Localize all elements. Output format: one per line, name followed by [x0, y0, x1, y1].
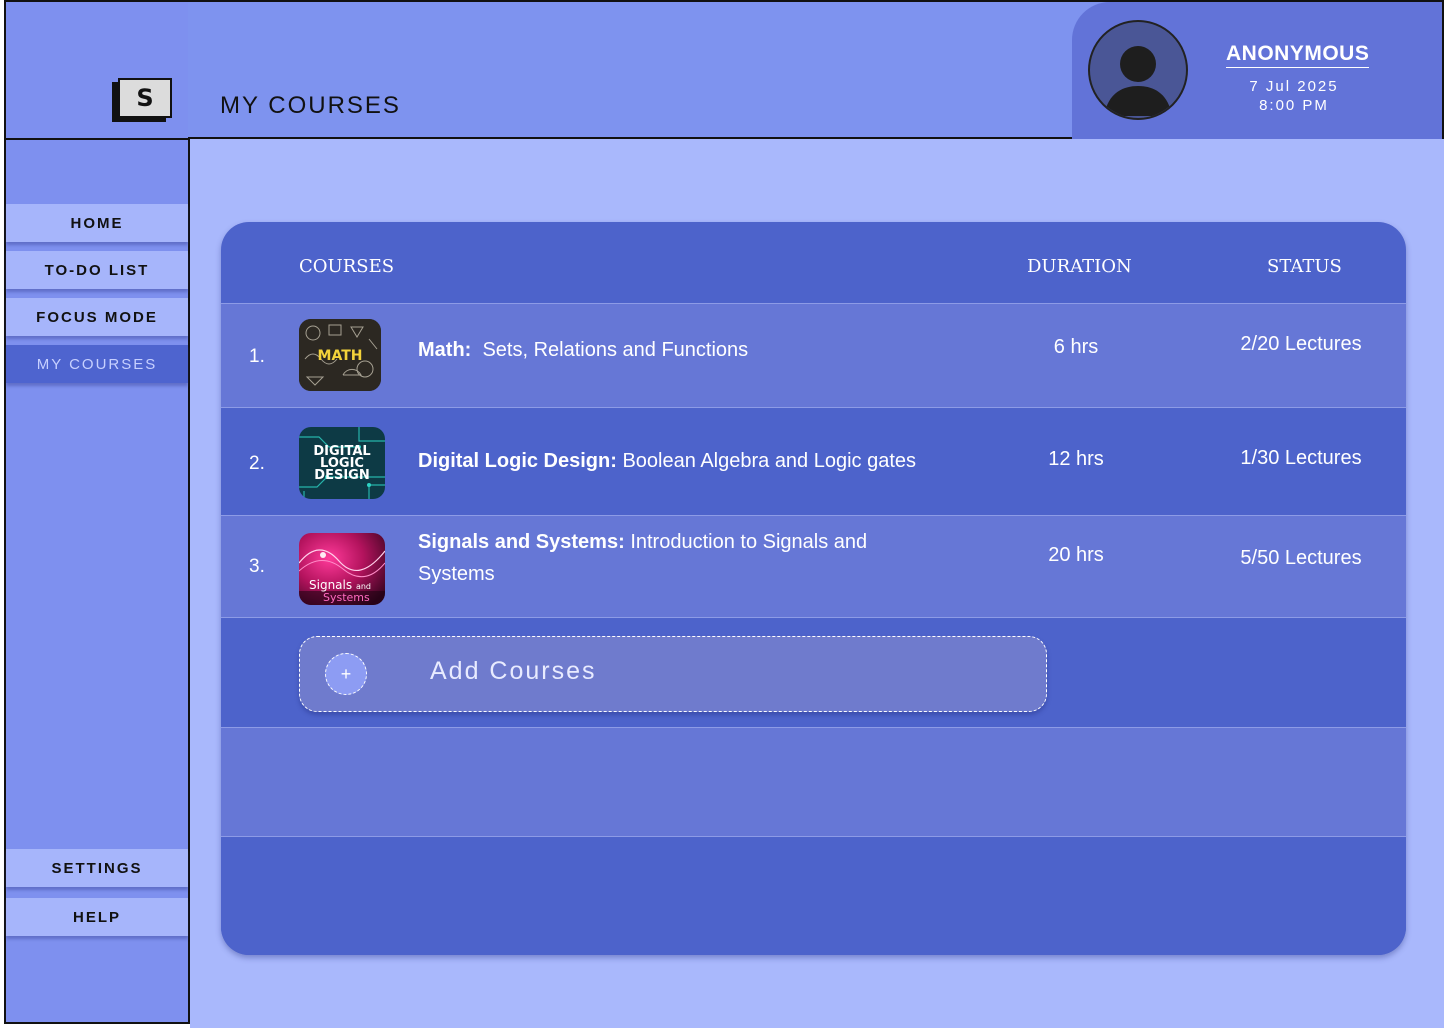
current-date: 7 Jul 2025 [1249, 78, 1339, 95]
user-icon [1104, 46, 1172, 116]
course-status: 1/30 Lectures [1240, 447, 1362, 469]
column-header-courses: COURSES [299, 256, 395, 277]
table-row[interactable]: 1. MATH Math: Sets, Relations and Functi… [221, 303, 1406, 407]
nav-item-focus-mode[interactable]: FOCUS MODE [6, 298, 188, 336]
sidebar-logo-area: S [6, 2, 188, 140]
table-footer [221, 836, 1406, 955]
plus-icon: + [325, 653, 367, 695]
table-row[interactable]: 2. DIGITAL LOGIC DESIGN Digital Logic De… [221, 407, 1406, 515]
course-topic: Sets, Relations and Functions [482, 339, 749, 361]
current-time: 8:00 PM [1259, 97, 1329, 114]
nav-item-help[interactable]: HELP [6, 898, 188, 936]
row-number: 1. [249, 346, 265, 367]
column-header-duration: DURATION [1027, 256, 1132, 277]
logo-letter: S [118, 78, 172, 118]
top-header: MY COURSES ANONYMOUS 7 Jul 2025 8:00 PM [188, 0, 1444, 139]
course-topic: Boolean Algebra and Logic gates [622, 450, 917, 472]
row-number: 2. [249, 453, 265, 474]
svg-text:Systems: Systems [323, 591, 370, 604]
nav-item-settings[interactable]: SETTINGS [6, 849, 188, 887]
course-duration: 6 hrs [1053, 336, 1099, 358]
course-title[interactable]: Digital Logic Design: Boolean Algebra an… [418, 445, 938, 477]
app-logo[interactable]: S [112, 78, 172, 122]
sidebar: S HOME TO-DO LIST FOCUS MODE MY COURSES … [4, 0, 190, 1024]
course-subject: Math: [418, 339, 472, 361]
course-title[interactable]: Signals and Systems: Introduction to Sig… [418, 526, 918, 590]
avatar[interactable] [1088, 20, 1188, 120]
dld-thumbnail-art: DIGITAL LOGIC DESIGN [299, 427, 385, 499]
table-row[interactable]: 3. Signals and Systems Signals and Syste… [221, 515, 1406, 617]
course-status: 2/20 Lectures [1240, 333, 1362, 355]
course-title[interactable]: Math: Sets, Relations and Functions [418, 334, 938, 366]
column-header-status: STATUS [1267, 256, 1342, 277]
math-course-thumbnail: MATH [299, 319, 381, 391]
nav-item-home[interactable]: HOME [6, 204, 188, 242]
course-subject: Signals and Systems: [418, 531, 625, 553]
course-subject: Digital Logic Design: [418, 450, 617, 472]
dld-course-thumbnail: DIGITAL LOGIC DESIGN [299, 427, 385, 499]
add-courses-label: Add Courses [430, 657, 597, 685]
profile-panel: ANONYMOUS 7 Jul 2025 8:00 PM [1072, 2, 1442, 139]
add-course-row: + Add Courses [221, 617, 1406, 727]
signals-course-thumbnail: Signals and Systems [299, 533, 385, 605]
add-courses-button[interactable]: + Add Courses [299, 636, 1047, 712]
user-name: ANONYMOUS [1226, 42, 1370, 68]
signals-thumbnail-art: Signals and Systems [299, 533, 385, 605]
nav-item-todo-list[interactable]: TO-DO LIST [6, 251, 188, 289]
courses-table: COURSES DURATION STATUS 1. MATH Math: Se… [221, 222, 1406, 955]
math-thumbnail-text: MATH [318, 348, 363, 364]
course-duration: 20 hrs [1048, 544, 1104, 566]
empty-row [221, 727, 1406, 836]
page-title: MY COURSES [220, 92, 401, 119]
course-status: 5/50 Lectures [1240, 547, 1362, 569]
math-thumbnail-art: MATH [299, 319, 381, 391]
row-number: 3. [249, 556, 265, 577]
course-duration: 12 hrs [1048, 448, 1104, 470]
svg-text:DESIGN: DESIGN [314, 468, 369, 483]
nav-item-my-courses[interactable]: MY COURSES [6, 345, 188, 383]
